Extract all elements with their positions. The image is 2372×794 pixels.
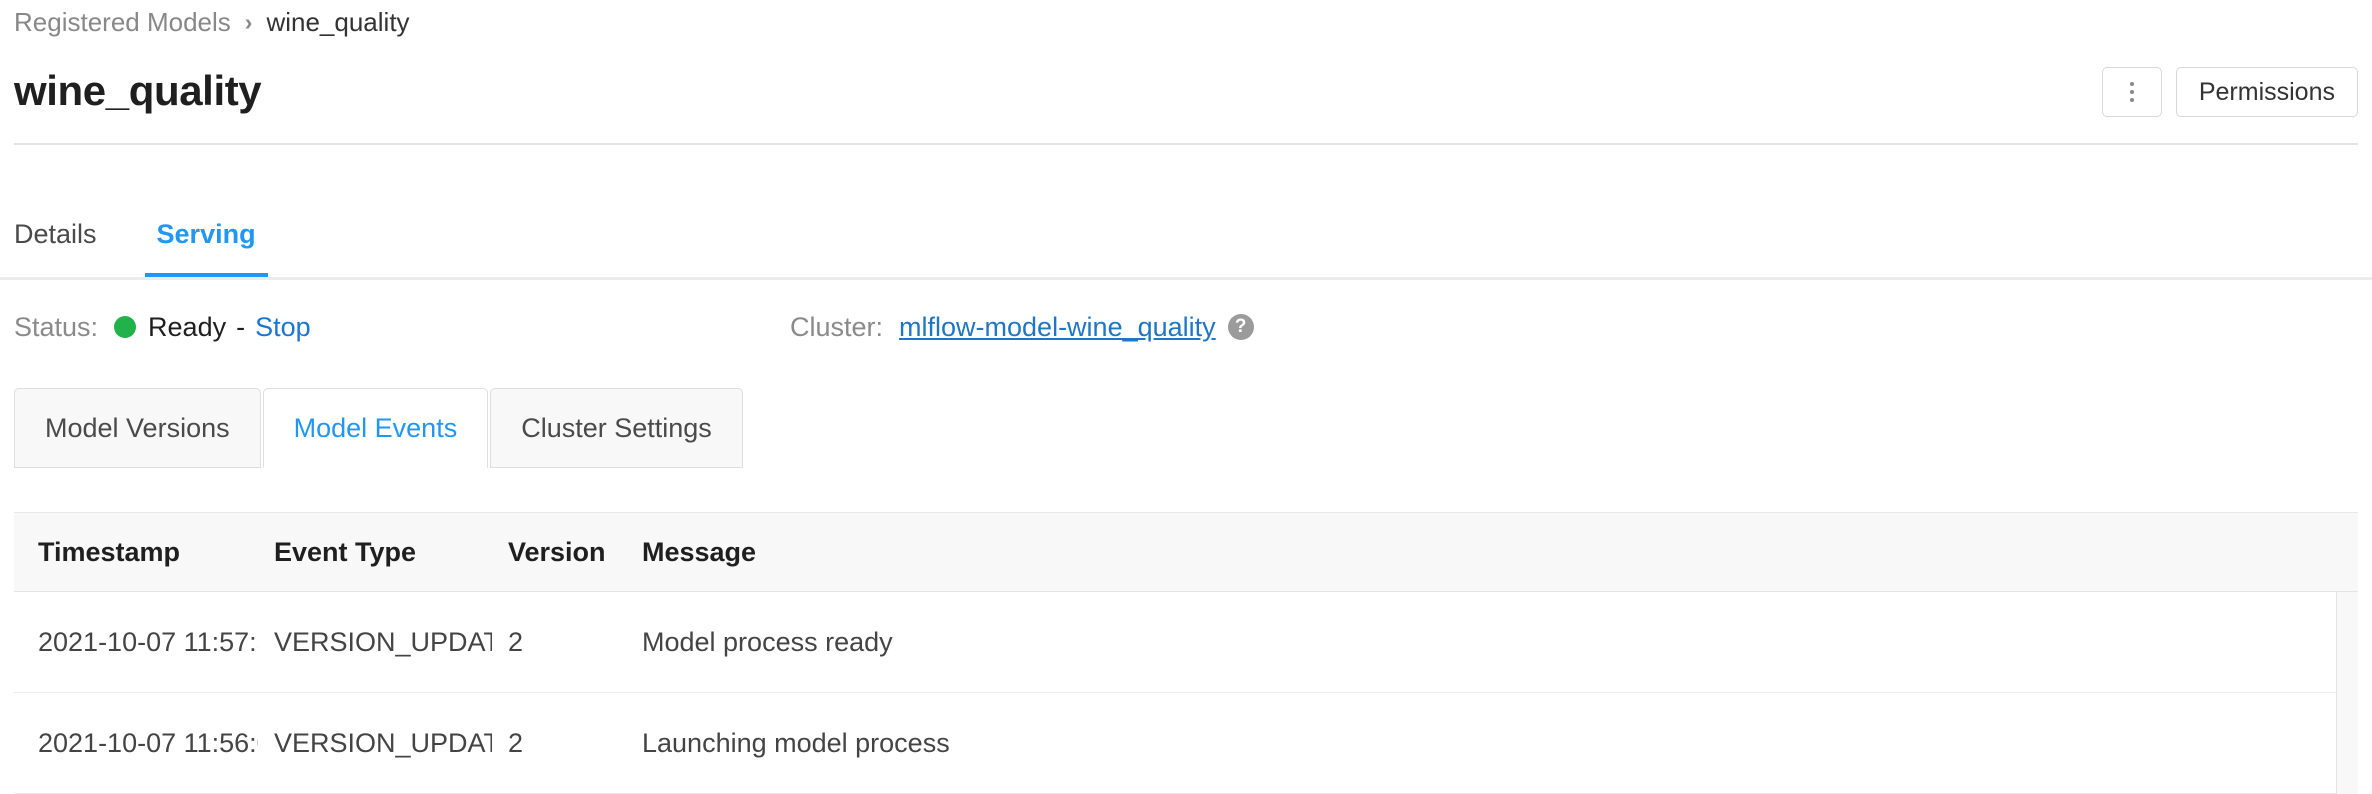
- cluster-row: Cluster: mlflow-model-wine_quality ?: [790, 310, 1254, 344]
- title-divider: [14, 143, 2358, 145]
- breadcrumb-current: wine_quality: [266, 5, 409, 39]
- sub-tabs: Model Versions Model Events Cluster Sett…: [14, 388, 743, 468]
- kebab-menu-icon: [2130, 82, 2134, 102]
- tab-serving[interactable]: Serving: [157, 217, 256, 279]
- table-header-row: Timestamp Event Type Version Message: [14, 512, 2358, 592]
- primary-tabs: Details Serving: [14, 215, 316, 279]
- table-body: 2021-10-07 11:57:53 VERSION_UPDATED 2 Mo…: [14, 592, 2358, 794]
- table-row[interactable]: 2021-10-07 11:56:09 VERSION_UPDATED 2 La…: [14, 693, 2358, 794]
- help-circle-icon[interactable]: ?: [1228, 314, 1254, 340]
- table-row[interactable]: 2021-10-07 11:57:53 VERSION_UPDATED 2 Mo…: [14, 592, 2358, 693]
- cell-timestamp: 2021-10-07 11:57:53: [26, 627, 258, 658]
- cell-timestamp: 2021-10-07 11:56:09: [26, 728, 258, 759]
- subtab-model-events[interactable]: Model Events: [263, 388, 489, 468]
- cell-event-type: VERSION_UPDATED: [262, 627, 492, 658]
- cell-message: Launching model process: [630, 728, 2358, 759]
- primary-tabs-rule: [0, 277, 2372, 280]
- stop-serving-link[interactable]: Stop: [255, 310, 311, 344]
- cluster-link[interactable]: mlflow-model-wine_quality: [899, 310, 1216, 344]
- page-title: wine_quality: [14, 66, 261, 116]
- cluster-label: Cluster:: [790, 310, 883, 344]
- cell-event-type: VERSION_UPDATED: [262, 728, 492, 759]
- cell-version: 2: [496, 728, 626, 759]
- subtab-model-versions[interactable]: Model Versions: [14, 388, 261, 468]
- status-row: Status: Ready - Stop: [14, 310, 311, 344]
- table-vertical-scrollbar[interactable]: [2336, 592, 2358, 794]
- column-header-version: Version: [496, 537, 626, 568]
- cell-version: 2: [496, 627, 626, 658]
- permissions-button[interactable]: Permissions: [2176, 67, 2358, 117]
- column-header-timestamp: Timestamp: [26, 537, 258, 568]
- cell-message: Model process ready: [630, 627, 2358, 658]
- breadcrumb-registered-models[interactable]: Registered Models: [14, 5, 231, 39]
- status-value: Ready: [148, 310, 226, 344]
- subtab-cluster-settings[interactable]: Cluster Settings: [490, 388, 743, 468]
- tab-details[interactable]: Details: [14, 217, 97, 279]
- status-separator: -: [236, 310, 245, 344]
- status-dot-icon: [114, 316, 136, 338]
- model-events-table: Timestamp Event Type Version Message 202…: [14, 512, 2358, 794]
- overflow-menu-button[interactable]: [2102, 67, 2162, 117]
- breadcrumb: Registered Models › wine_quality: [14, 5, 410, 39]
- column-header-event-type: Event Type: [262, 537, 492, 568]
- chevron-right-icon: ›: [245, 5, 253, 39]
- column-header-message: Message: [630, 537, 2358, 568]
- header-actions: Permissions: [2102, 67, 2358, 117]
- status-label: Status:: [14, 310, 98, 344]
